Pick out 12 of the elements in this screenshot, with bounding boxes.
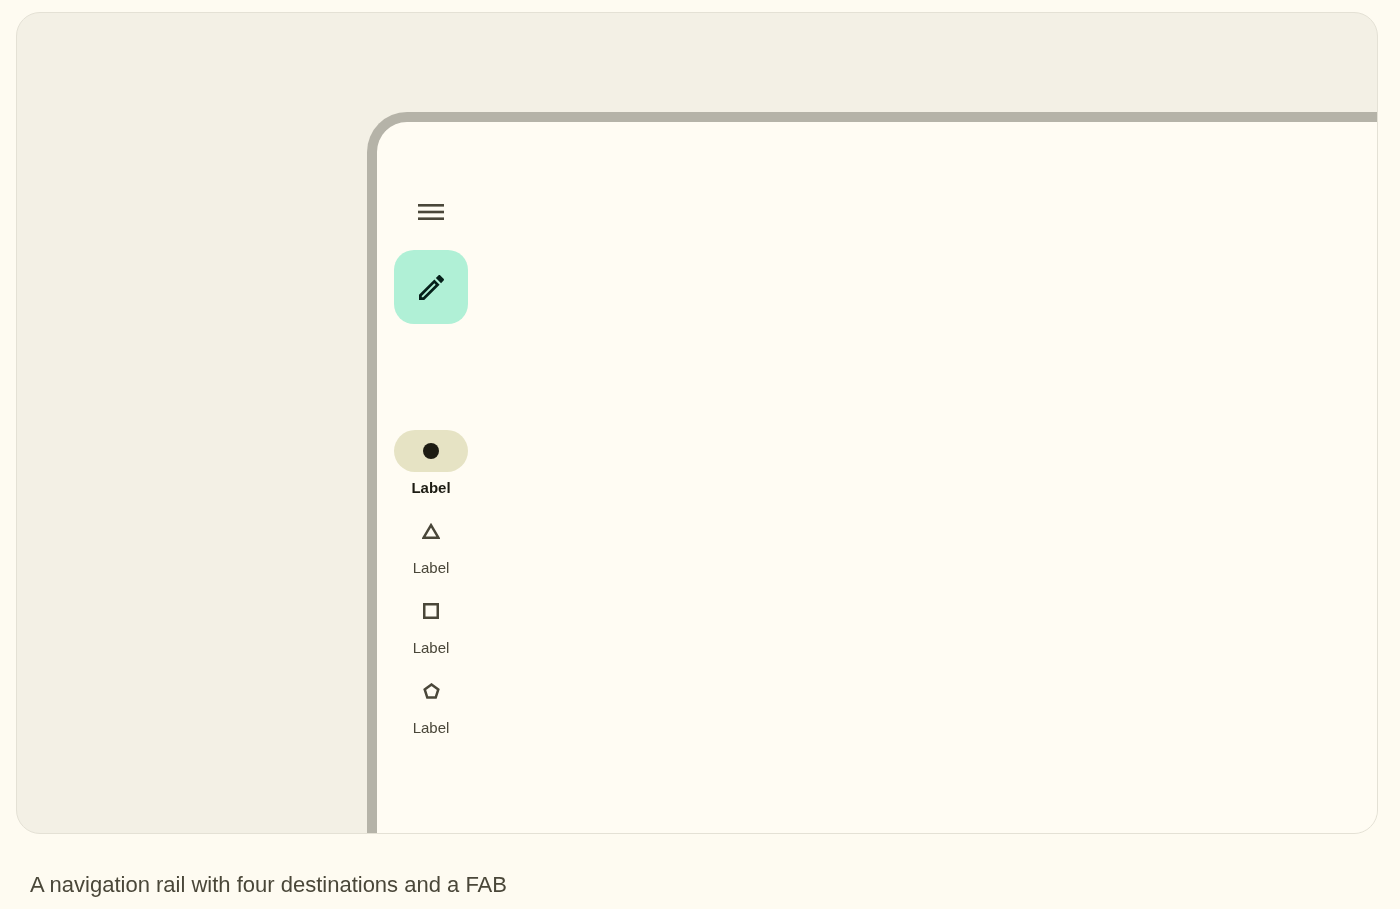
pencil-icon [418,274,444,300]
nav-destination[interactable]: Label [394,510,468,578]
square-icon [423,603,439,619]
circle-icon [423,443,439,459]
pentagon-icon [422,683,440,699]
menu-icon [418,204,444,220]
triangle-icon [422,523,440,539]
nav-destination[interactable]: Label [394,430,468,498]
figure-caption: A navigation rail with four destinations and a FAB [30,871,508,899]
nav-destination[interactable]: Label [394,670,468,738]
nav-destination[interactable]: Label [394,590,468,658]
edit-fab[interactable] [394,250,468,324]
